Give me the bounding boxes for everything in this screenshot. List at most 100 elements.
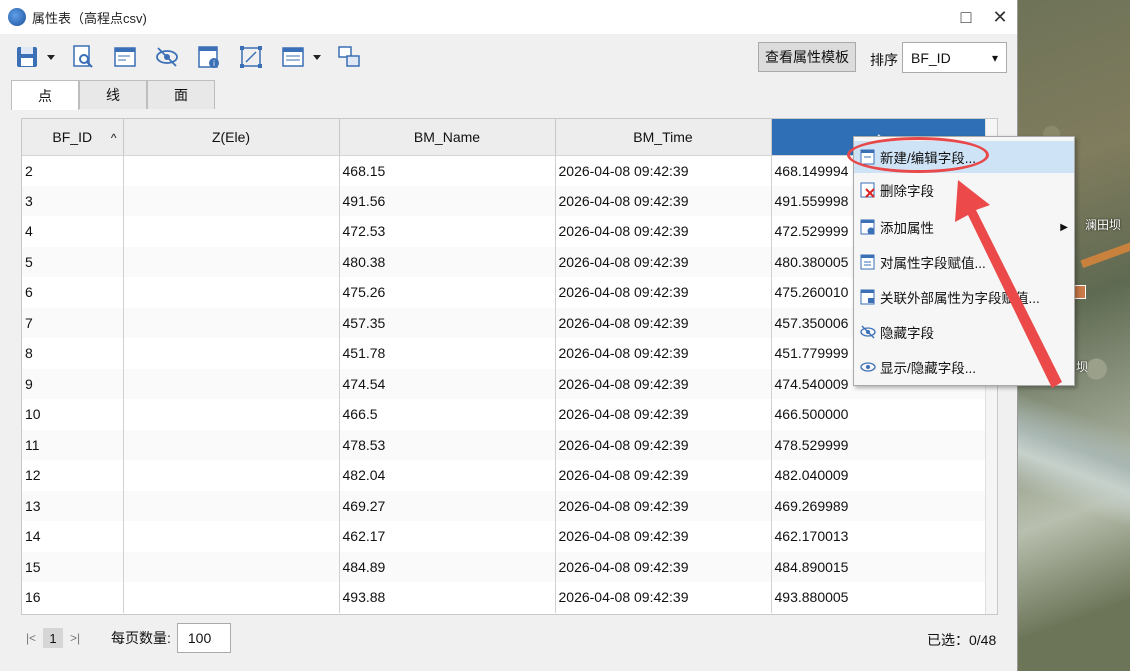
hide-eye-icon[interactable]: [150, 40, 184, 74]
column-header-bm-time[interactable]: BM_Time: [555, 119, 772, 156]
table-cell[interactable]: 2026-04-08 09:42:39: [555, 521, 772, 552]
save-icon[interactable]: [10, 40, 44, 74]
table-cell[interactable]: 2026-04-08 09:42:39: [555, 246, 772, 277]
table-cell[interactable]: 472.53: [339, 216, 556, 247]
sort-select[interactable]: BF_ID ▾: [902, 42, 1007, 73]
table-cell[interactable]: 13: [22, 490, 124, 521]
table-cell[interactable]: 10: [22, 399, 124, 430]
table-row[interactable]: 16 493.88 2026-04-08 09:42:39 493.880005: [22, 582, 988, 613]
menu-item-hide-field[interactable]: 隐藏字段: [854, 316, 1074, 348]
table-cell[interactable]: 451.78: [339, 338, 556, 369]
table-cell[interactable]: 4: [22, 216, 124, 247]
table-cell[interactable]: [123, 551, 340, 582]
table-cell[interactable]: [123, 521, 340, 552]
table-cell[interactable]: 3: [22, 185, 124, 216]
table-row[interactable]: 2 468.15 2026-04-08 09:42:39 468.149994: [22, 155, 988, 186]
table-row[interactable]: 6 475.26 2026-04-08 09:42:39 475.260010: [22, 277, 988, 308]
table-row[interactable]: 4 472.53 2026-04-08 09:42:39 472.529999: [22, 216, 988, 247]
table-cell[interactable]: 493.88: [339, 582, 556, 613]
current-page[interactable]: 1: [43, 628, 63, 648]
table-cell[interactable]: 2026-04-08 09:42:39: [555, 490, 772, 521]
table-cell[interactable]: 5: [22, 246, 124, 277]
table-row[interactable]: 8 451.78 2026-04-08 09:42:39 451.779999: [22, 338, 988, 369]
table-cell[interactable]: 2026-04-08 09:42:39: [555, 338, 772, 369]
table-cell[interactable]: 2026-04-08 09:42:39: [555, 399, 772, 430]
last-page-button[interactable]: >|: [65, 631, 85, 645]
table-cell[interactable]: 457.35: [339, 307, 556, 338]
table-row[interactable]: 13 469.27 2026-04-08 09:42:39 469.269989: [22, 490, 988, 521]
table-cell[interactable]: [123, 246, 340, 277]
table-cell[interactable]: [123, 307, 340, 338]
table-cell[interactable]: 2026-04-08 09:42:39: [555, 368, 772, 399]
table-cell[interactable]: 2026-04-08 09:42:39: [555, 307, 772, 338]
table-row[interactable]: 12 482.04 2026-04-08 09:42:39 482.040009: [22, 460, 988, 491]
table-cell[interactable]: 8: [22, 338, 124, 369]
table-cell[interactable]: 484.890015: [771, 551, 988, 582]
table-cell[interactable]: [123, 490, 340, 521]
close-button[interactable]: ✕: [983, 0, 1017, 34]
menu-item-link-external[interactable]: 关联外部属性为字段赋值...: [854, 281, 1074, 313]
table-cell[interactable]: [123, 155, 340, 186]
table-cell[interactable]: 2026-04-08 09:42:39: [555, 277, 772, 308]
title-bar[interactable]: 属性表（高程点csv) □ ✕: [0, 0, 1017, 34]
table-cell[interactable]: 484.89: [339, 551, 556, 582]
table-cell[interactable]: 475.26: [339, 277, 556, 308]
table-cell[interactable]: [123, 429, 340, 460]
info-icon[interactable]: i: [192, 40, 226, 74]
table-cell[interactable]: 474.54: [339, 368, 556, 399]
dropdown-icon[interactable]: [310, 40, 324, 74]
table-cell[interactable]: [123, 582, 340, 613]
table-cell[interactable]: [123, 368, 340, 399]
table-cell[interactable]: 2026-04-08 09:42:39: [555, 582, 772, 613]
table-cell[interactable]: [123, 185, 340, 216]
table-row[interactable]: 7 457.35 2026-04-08 09:42:39 457.350006: [22, 307, 988, 338]
column-header-bm-name[interactable]: BM_Name: [339, 119, 556, 156]
table-cell[interactable]: [123, 399, 340, 430]
table-cell[interactable]: 462.170013: [771, 521, 988, 552]
tab-line[interactable]: 线: [79, 80, 147, 109]
first-page-button[interactable]: |<: [21, 631, 41, 645]
table-cell[interactable]: 480.38: [339, 246, 556, 277]
map-marker[interactable]: [1074, 285, 1086, 299]
window-switch-icon[interactable]: [332, 40, 366, 74]
tab-point[interactable]: 点: [11, 80, 79, 110]
table-cell[interactable]: 468.15: [339, 155, 556, 186]
menu-item-show-hide-field[interactable]: 显示/隐藏字段...: [854, 351, 1074, 383]
table-cell[interactable]: 2026-04-08 09:42:39: [555, 185, 772, 216]
table-cell[interactable]: 2026-04-08 09:42:39: [555, 155, 772, 186]
column-header-bf-id[interactable]: BF_ID ^: [22, 119, 124, 156]
maximize-button[interactable]: □: [949, 0, 983, 34]
table-cell[interactable]: [123, 338, 340, 369]
menu-item-add-attribute[interactable]: 添加属性 ▶: [854, 211, 1074, 243]
table-cell[interactable]: 2026-04-08 09:42:39: [555, 551, 772, 582]
column-header-z-ele[interactable]: Z(Ele): [123, 119, 340, 156]
table-row[interactable]: 9 474.54 2026-04-08 09:42:39 474.540009: [22, 368, 988, 399]
table-cell[interactable]: 478.529999: [771, 429, 988, 460]
table-cell[interactable]: 6: [22, 277, 124, 308]
table-row[interactable]: 15 484.89 2026-04-08 09:42:39 484.890015: [22, 551, 988, 582]
search-record-icon[interactable]: [66, 40, 100, 74]
menu-item-assign-value[interactable]: 对属性字段赋值...: [854, 246, 1074, 278]
table-cell[interactable]: 466.500000: [771, 399, 988, 430]
table-row[interactable]: 5 480.38 2026-04-08 09:42:39 480.380005: [22, 246, 988, 277]
view-template-button[interactable]: 查看属性模板: [758, 42, 856, 72]
table-cell[interactable]: 16: [22, 582, 124, 613]
table-cell[interactable]: 2026-04-08 09:42:39: [555, 460, 772, 491]
table-cell[interactable]: 2026-04-08 09:42:39: [555, 429, 772, 460]
table-cell[interactable]: [123, 277, 340, 308]
table-row[interactable]: 11 478.53 2026-04-08 09:42:39 478.529999: [22, 429, 988, 460]
table-cell[interactable]: 12: [22, 460, 124, 491]
table-cell[interactable]: 7: [22, 307, 124, 338]
table-cell[interactable]: 482.040009: [771, 460, 988, 491]
table-cell[interactable]: 469.27: [339, 490, 556, 521]
table-cell[interactable]: 493.880005: [771, 582, 988, 613]
menu-item-delete-field[interactable]: 删除字段: [854, 174, 1074, 206]
table-row[interactable]: 10 466.5 2026-04-08 09:42:39 466.500000: [22, 399, 988, 430]
table-cell[interactable]: 15: [22, 551, 124, 582]
table-cell[interactable]: 482.04: [339, 460, 556, 491]
table-row[interactable]: 3 491.56 2026-04-08 09:42:39 491.559998: [22, 185, 988, 216]
table-cell[interactable]: 9: [22, 368, 124, 399]
dropdown-icon[interactable]: [44, 40, 58, 74]
edit-geometry-icon[interactable]: [234, 40, 268, 74]
table-cell[interactable]: 478.53: [339, 429, 556, 460]
